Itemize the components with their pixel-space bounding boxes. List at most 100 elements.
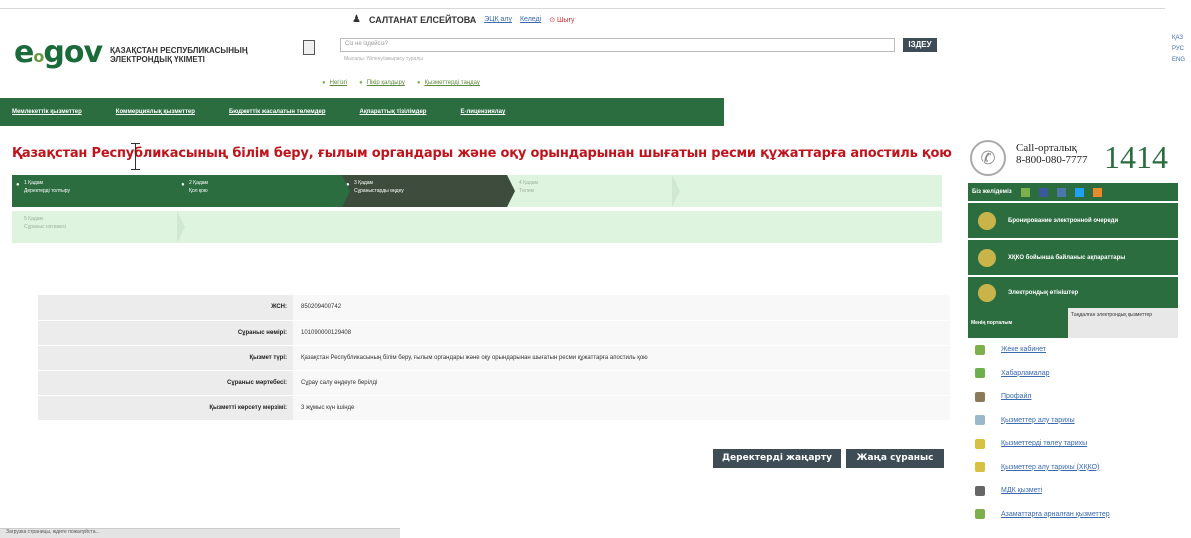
list-item[interactable]: МДК қызметі xyxy=(975,479,1185,503)
link-label: Профайл xyxy=(1001,393,1032,401)
link-label: Хабарламалар xyxy=(1001,369,1050,377)
list-item[interactable]: Хабарламалар xyxy=(975,362,1185,386)
info-value: 3 жұмыс күн ішінде xyxy=(293,395,950,421)
info-key: Қызметті көрсету мерзімі: xyxy=(38,395,293,421)
logo-mark: eogov xyxy=(14,35,103,70)
bullet-icon: ● xyxy=(416,80,421,86)
link-label: Қызметтер алу тарихы (ХҚКО) xyxy=(1001,463,1100,471)
step-num: 3 Қадам xyxy=(354,180,373,186)
top-divider xyxy=(0,8,1165,9)
document-icon[interactable] xyxy=(303,40,315,55)
refresh-data-button[interactable]: Деректерді жаңарту xyxy=(713,449,841,468)
profile-icon xyxy=(975,391,985,402)
promo-e-queue[interactable]: Бронирование электронной очереди xyxy=(968,201,1178,238)
step-1[interactable]: ● 1 Қадам Деректерді толтыру xyxy=(12,175,185,207)
people-icon xyxy=(978,211,996,230)
list-item[interactable]: Жеке кабинет xyxy=(975,338,1185,362)
table-row: Қызмет түрі: Қазақстан Республикасының бі… xyxy=(38,345,950,371)
step-num: 1 Қадам xyxy=(24,180,43,186)
text-cursor-icon xyxy=(131,143,140,170)
ecp-link[interactable]: ЭЦҚ алу xyxy=(484,16,512,23)
step-label: Сұраныс нәтижесі xyxy=(24,224,67,230)
tab-my-portal[interactable]: Менің порталым xyxy=(968,308,1068,338)
info-key: ЖСН: xyxy=(38,295,293,321)
search-input[interactable]: Сіз не іздейсіз? xyxy=(340,38,895,52)
vk-icon[interactable] xyxy=(1056,187,1066,197)
step-num: 4 Қадам xyxy=(519,180,538,186)
promo-label: Бронирование электронной очереди xyxy=(1008,217,1119,224)
search-hint: Мысалы: Үйлену/ажырасу туралы xyxy=(344,56,423,62)
quick-link-label: Қызметтерді таңдау xyxy=(424,80,480,86)
list-item[interactable]: Қызметтер алу тарихы xyxy=(975,409,1185,433)
lang-kaz[interactable]: ҚАЗ xyxy=(1172,33,1185,44)
step-label: Қол қою xyxy=(189,188,208,194)
facebook-icon[interactable] xyxy=(1038,187,1048,197)
user-bar: ♟ САЛТАНАТ ЕЛСЕЙТОВА ЭЦҚ алу Келеді ⊙ Шы… xyxy=(352,14,575,25)
step-2[interactable]: ●2 ҚадамҚол қою xyxy=(177,175,350,207)
lang-rus[interactable]: РУС xyxy=(1172,44,1185,55)
promo-e-applications[interactable]: Электрондық өтініштер xyxy=(968,275,1178,308)
history-icon xyxy=(975,462,985,473)
citizens-icon xyxy=(975,509,985,520)
lang-eng[interactable]: ENG xyxy=(1172,55,1185,66)
link-label: Қызметтерді төлеу тарихы xyxy=(1001,440,1088,448)
social-icon-1[interactable] xyxy=(1020,187,1030,197)
page-title: Қазақстан Республикасының білім беру, ғы… xyxy=(12,146,952,161)
nav-item-budget-payments[interactable]: Бюджеттік жасалатын төлемдер xyxy=(229,109,326,115)
user-icon: ♟ xyxy=(352,14,361,25)
promo-label: Электрондық өтініштер xyxy=(1008,289,1079,296)
info-value: 850209400742 xyxy=(293,295,950,321)
table-row: Қызметті көрсету мерзімі: 3 жұмыс күн іші… xyxy=(38,395,950,421)
list-item[interactable]: Қызметтерді төлеу тарихы xyxy=(975,432,1185,456)
contacts-icon xyxy=(978,248,996,267)
messages-icon xyxy=(975,368,985,379)
user-name[interactable]: САЛТАНАТ ЕЛСЕЙТОВА xyxy=(369,15,476,25)
call-center-label: Call-орталық 8-800-080-7777 xyxy=(1016,142,1088,166)
quick-link-home[interactable]: ● Негізгі xyxy=(322,80,347,86)
info-key: Қызмет түрі: xyxy=(38,345,293,371)
step-label: Сұраныстарды өңдеу xyxy=(354,188,404,194)
info-key: Сұраныс мәртебесі: xyxy=(38,370,293,396)
nav-item-e-licensing[interactable]: E-лицензиялау xyxy=(460,109,505,115)
list-item[interactable]: Профайл xyxy=(975,385,1185,409)
egov-logo[interactable]: eogov ҚАЗАҚСТАН РЕСПУБЛИКАСЫНЫҢ ЭЛЕКТРОН… xyxy=(14,38,280,72)
new-request-button[interactable]: Жаңа сұраныс xyxy=(846,449,944,468)
browser-status-bar: Загрузка страницы, ждите пожалуйста... xyxy=(0,528,400,538)
logout-link[interactable]: ⊙ Шығу xyxy=(549,16,574,24)
info-value: Сұрау салу өңдеуге берілді xyxy=(293,370,950,396)
quick-link-feedback[interactable]: ● Пікір қалдыру xyxy=(359,80,405,86)
request-info-table: ЖСН: 850209400742 Сұраныс нөмірі: 10109000… xyxy=(38,295,950,421)
step-5[interactable]: 5 Қадам Сұраныс нәтижесі xyxy=(12,211,185,243)
language-switcher: ҚАЗ РУС ENG xyxy=(1172,33,1185,66)
link-label: Қызметтер алу тарихы xyxy=(1001,416,1075,424)
list-item[interactable]: Қызметтер алу тарихы (ХҚКО) xyxy=(975,456,1185,480)
step-3[interactable]: ●3 ҚадамСұраныстарды өңдеу xyxy=(342,175,515,207)
mdk-icon xyxy=(975,485,985,496)
bullet-icon: ● xyxy=(322,80,326,86)
quick-link-label: Пікір қалдыру xyxy=(366,80,405,86)
step-4[interactable]: 4 Қадам Төлем xyxy=(507,175,680,207)
nav-item-commercial[interactable]: Коммерциялық қызметтер xyxy=(116,109,195,115)
twitter-icon[interactable] xyxy=(1074,187,1084,197)
quick-link-label: Негізгі xyxy=(329,80,348,86)
logo-text: ҚАЗАҚСТАН РЕСПУБЛИКАСЫНЫҢ ЭЛЕКТРОНДЫҚ ҮК… xyxy=(110,46,248,64)
blog-icon[interactable] xyxy=(1092,187,1102,197)
social-label: Біз желідеміз xyxy=(972,189,1012,195)
nav-item-gov-services[interactable]: Мемлекеттік қызметтер xyxy=(12,109,82,115)
portal-links: Жеке кабинет Хабарламалар Профайл Қызмет… xyxy=(975,338,1185,526)
table-row: Сұраныс мәртебесі: Сұрау салу өңдеуге бер… xyxy=(38,370,950,396)
table-row: ЖСН: 850209400742 xyxy=(38,295,950,321)
search-button[interactable]: ІЗДЕУ xyxy=(903,38,937,52)
info-value: 101090000129408 xyxy=(293,320,950,346)
quick-link-services[interactable]: ● Қызметтерді таңдау xyxy=(417,80,480,86)
tab-selected-services[interactable]: Таңдалған электрондық қызметтер xyxy=(1068,308,1178,338)
link-label: МДК қызметі xyxy=(1001,487,1043,495)
call-center: ✆ Call-орталық 8-800-080-7777 1414 xyxy=(970,140,1178,180)
table-row: Сұраныс нөмірі: 101090000129408 xyxy=(38,320,950,346)
promo-contacts[interactable]: ХҚКО бойынша байланыс ақпараттары xyxy=(968,238,1178,275)
list-item[interactable]: Азаматтарға арналған қызметтер xyxy=(975,503,1185,527)
logout-label: Шығу xyxy=(557,16,575,24)
nav-item-registries[interactable]: Ақпараттық тізілімдер xyxy=(360,109,427,115)
phone-icon: ✆ xyxy=(970,140,1006,176)
incoming-link[interactable]: Келеді xyxy=(520,16,541,23)
